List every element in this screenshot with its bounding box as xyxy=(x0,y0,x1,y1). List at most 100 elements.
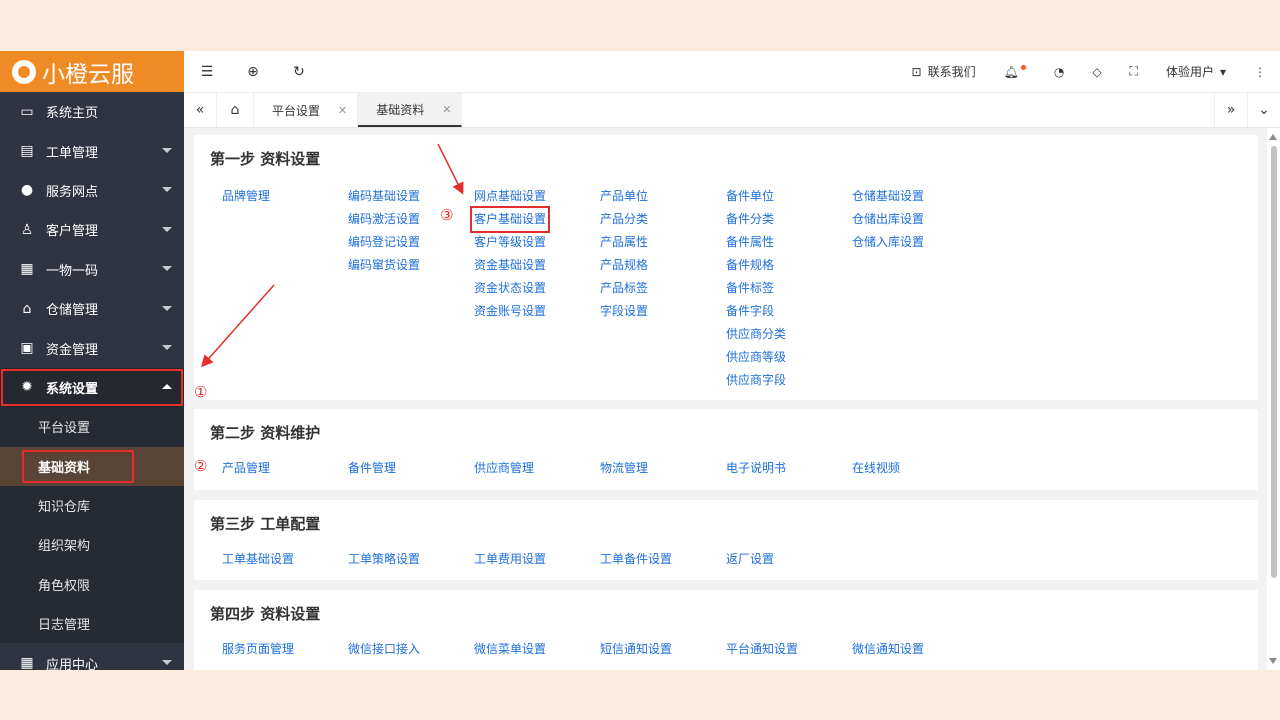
link-code-diversion[interactable]: 编码窜货设置 xyxy=(348,254,474,277)
link-online-video[interactable]: 在线视频 xyxy=(852,457,978,480)
sidebar-item-label: 资金管理 xyxy=(46,342,99,358)
home-tab-icon[interactable]: ⌂ xyxy=(217,93,254,127)
scroll-up-icon[interactable] xyxy=(1269,134,1277,140)
sidebar-subitem-basic-data[interactable]: 基础资料 xyxy=(0,446,184,486)
section-card: 第一步 资料设置 品牌管理 编码基础设置 编码激活设置 编码登记设置 编码窜货设… xyxy=(194,135,1258,400)
tabs-scroll-left-icon[interactable]: « xyxy=(184,93,217,127)
link-outlet-basic[interactable]: 网点基础设置 xyxy=(474,185,600,208)
tag-icon: ◇ xyxy=(1092,64,1102,79)
link-warehouse-out[interactable]: 仓储出库设置 xyxy=(852,208,978,231)
link-supplier-level[interactable]: 供应商等级 xyxy=(726,346,852,369)
link-platform-notice[interactable]: 平台通知设置 xyxy=(726,638,852,661)
link-workorder-fee[interactable]: 工单费用设置 xyxy=(474,548,600,571)
tabs-dropdown-icon[interactable]: ⌄ xyxy=(1247,93,1280,127)
link-code-register[interactable]: 编码登记设置 xyxy=(348,231,474,254)
top-bar: ☰ ⊕ ↻ ⊡ 联系我们 🔔︎ ◔ ◇ ⛶ 体验用户 ▾ ⋮ xyxy=(184,51,1280,93)
globe-icon[interactable]: ⊕ xyxy=(230,64,276,80)
grid-icon: ▦ xyxy=(20,655,34,670)
menu-toggle-icon[interactable]: ☰ xyxy=(184,64,230,80)
link-field-settings[interactable]: 字段设置 xyxy=(600,300,726,323)
link-warehouse-basic[interactable]: 仓储基础设置 xyxy=(852,185,978,208)
sidebar-subitem-logs[interactable]: 日志管理 xyxy=(0,604,184,644)
highlight-box: 客户基础设置 xyxy=(469,206,551,233)
link-wechat-menu[interactable]: 微信菜单设置 xyxy=(474,638,600,661)
refresh-icon[interactable]: ↻ xyxy=(276,64,322,80)
scrollbar-thumb[interactable] xyxy=(1271,146,1277,578)
sidebar-item-workorder[interactable]: ▤ 工单管理 xyxy=(0,131,184,170)
contact-us-label: 联系我们 xyxy=(927,65,976,79)
link-funds-account[interactable]: 资金账号设置 xyxy=(474,300,600,323)
scrollbar[interactable] xyxy=(1267,128,1280,670)
theme-button[interactable]: ◔ xyxy=(1054,65,1064,79)
brand-logo[interactable]: 小橙云服 xyxy=(0,51,184,92)
sidebar-subitem-roles[interactable]: 角色权限 xyxy=(0,564,184,605)
link-product-unit[interactable]: 产品单位 xyxy=(600,185,726,208)
link-part-unit[interactable]: 备件单位 xyxy=(726,185,852,208)
link-logistics-management[interactable]: 物流管理 xyxy=(600,457,726,480)
link-return-factory[interactable]: 返厂设置 xyxy=(726,548,852,571)
link-code-activation[interactable]: 编码激活设置 xyxy=(348,208,474,231)
tab-platform-settings[interactable]: 平台设置 ✕ xyxy=(254,93,359,127)
tag-button[interactable]: ◇ xyxy=(1092,65,1101,79)
link-code-basic[interactable]: 编码基础设置 xyxy=(348,185,474,208)
link-service-page[interactable]: 服务页面管理 xyxy=(222,638,348,661)
link-part-management[interactable]: 备件管理 xyxy=(348,457,474,480)
notification-button[interactable]: 🔔︎ xyxy=(1004,65,1026,79)
chevron-down-icon xyxy=(162,345,172,351)
link-part-spec[interactable]: 备件规格 xyxy=(726,254,852,277)
sidebar-subitem-label: 组织架构 xyxy=(38,539,91,555)
link-supplier-category[interactable]: 供应商分类 xyxy=(726,323,852,346)
sidebar-item-app-center[interactable]: ▦ 应用中心 xyxy=(0,643,184,670)
link-brand-management[interactable]: 品牌管理 xyxy=(222,185,348,208)
link-funds-status[interactable]: 资金状态设置 xyxy=(474,277,600,300)
section-title: 第四步 资料设置 xyxy=(210,605,321,623)
more-icon[interactable]: ⋮ xyxy=(1254,65,1266,79)
link-wechat-api[interactable]: 微信接口接入 xyxy=(348,638,474,661)
tab-basic-data[interactable]: 基础资料 ✕ xyxy=(358,93,463,127)
link-sms-notice[interactable]: 短信通知设置 xyxy=(600,638,726,661)
link-funds-basic[interactable]: 资金基础设置 xyxy=(474,254,600,277)
link-workorder-parts[interactable]: 工单备件设置 xyxy=(600,548,726,571)
link-product-category[interactable]: 产品分类 xyxy=(600,208,726,231)
gear-icon: ✹ xyxy=(21,379,33,396)
link-supplier-field[interactable]: 供应商字段 xyxy=(726,369,852,392)
link-customer-basic[interactable]: 客户基础设置 xyxy=(469,206,600,233)
link-product-spec[interactable]: 产品规格 xyxy=(600,254,726,277)
sidebar-item-customers[interactable]: ♙ 客户管理 xyxy=(0,210,184,249)
sidebar-item-funds[interactable]: ▣ 资金管理 xyxy=(0,328,184,367)
monitor-icon: ▭ xyxy=(20,103,34,120)
link-customer-level[interactable]: 客户等级设置 xyxy=(474,231,600,254)
link-product-management[interactable]: 产品管理 xyxy=(222,457,348,480)
sidebar-subitem-org[interactable]: 组织架构 xyxy=(0,525,184,565)
contact-us-button[interactable]: ⊡ 联系我们 xyxy=(912,63,976,80)
link-product-attr[interactable]: 产品属性 xyxy=(600,231,726,254)
fullscreen-button[interactable]: ⛶ xyxy=(1130,64,1138,79)
user-menu[interactable]: 体验用户 ▾ xyxy=(1166,63,1226,80)
sidebar-item-warehouse[interactable]: ⌂ 仓储管理 xyxy=(0,289,184,328)
link-e-manual[interactable]: 电子说明书 xyxy=(726,457,852,480)
close-icon[interactable]: ✕ xyxy=(442,103,451,116)
link-workorder-strategy[interactable]: 工单策略设置 xyxy=(348,548,474,571)
sidebar-item-one-code[interactable]: ▦ 一物一码 xyxy=(0,250,184,289)
user-icon: ♙ xyxy=(20,221,34,238)
brand-name: 小橙云服 xyxy=(42,61,134,88)
sidebar-subitem-platform-settings[interactable]: 平台设置 xyxy=(0,407,184,447)
tabs-scroll-right-icon[interactable]: » xyxy=(1214,93,1247,127)
link-warehouse-in[interactable]: 仓储入库设置 xyxy=(852,231,978,254)
link-wechat-notice[interactable]: 微信通知设置 xyxy=(852,638,978,661)
link-part-tag[interactable]: 备件标签 xyxy=(726,277,852,300)
tab-bar: « ⌂ 平台设置 ✕ 基础资料 ✕ » ⌄ xyxy=(184,93,1280,128)
link-columns: 工单基础设置 工单策略设置 工单费用设置 工单备件设置 返厂设置 xyxy=(222,548,852,571)
sidebar-subitem-knowledge[interactable]: 知识仓库 xyxy=(0,485,184,526)
link-supplier-management[interactable]: 供应商管理 xyxy=(474,457,600,480)
link-part-field[interactable]: 备件字段 xyxy=(726,300,852,323)
scroll-down-icon[interactable] xyxy=(1269,658,1277,664)
link-part-category[interactable]: 备件分类 xyxy=(726,208,852,231)
sidebar-item-home[interactable]: ▭ 系统主页 xyxy=(0,92,184,131)
sidebar-item-system-settings[interactable]: ✹ 系统设置 xyxy=(0,367,184,408)
close-icon[interactable]: ✕ xyxy=(338,104,347,117)
link-workorder-basic[interactable]: 工单基础设置 xyxy=(222,548,348,571)
sidebar-item-service-outlets[interactable]: ● 服务网点 xyxy=(0,171,184,210)
link-product-tag[interactable]: 产品标签 xyxy=(600,277,726,300)
link-part-attr[interactable]: 备件属性 xyxy=(726,231,852,254)
